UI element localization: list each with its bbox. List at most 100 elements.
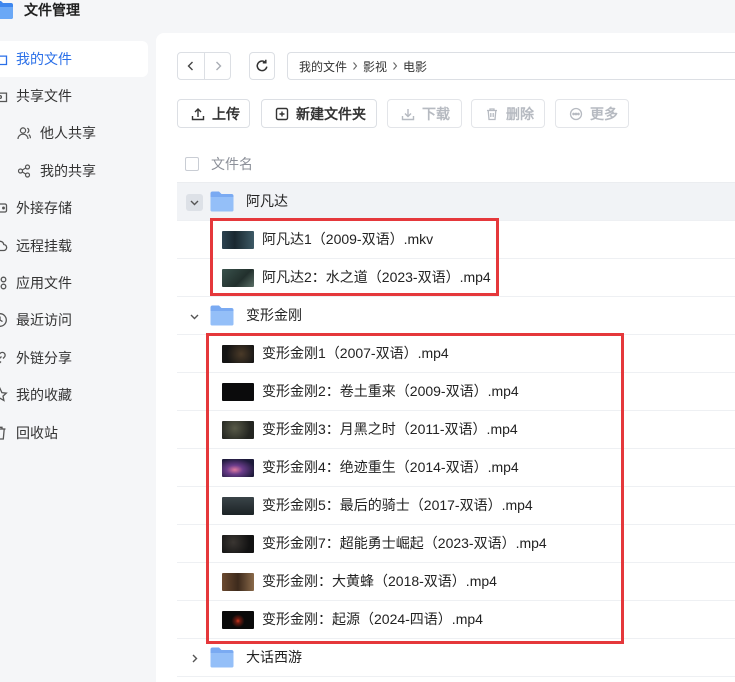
file-row[interactable]: 变形金刚2：卷土重来（2009-双语）.mp4 xyxy=(177,373,735,411)
sidebar-item-label: 应用文件 xyxy=(16,274,72,291)
video-thumbnail xyxy=(222,535,254,553)
share-nodes-icon xyxy=(17,164,31,178)
trash-icon xyxy=(0,425,8,441)
sidebar-item-label: 我的收藏 xyxy=(16,387,72,404)
chevron-down-icon[interactable] xyxy=(186,193,203,211)
folder-icon xyxy=(210,647,234,668)
sidebar-item-my-shares[interactable]: 我的共享 xyxy=(0,153,148,189)
refresh-button[interactable] xyxy=(249,52,275,80)
file-row[interactable]: 变形金刚1（2007-双语）.mp4 xyxy=(177,335,735,373)
star-icon xyxy=(0,387,8,403)
upload-button-label: 上传 xyxy=(212,105,240,122)
file-row[interactable]: 阿凡达2：水之道（2023-双语）.mp4 xyxy=(177,259,735,297)
sidebar-item-label: 外链分享 xyxy=(16,349,72,366)
sidebar-item-recycle-bin[interactable]: 回收站 xyxy=(0,415,148,451)
video-thumbnail xyxy=(222,611,254,629)
file-row[interactable]: 阿凡达1（2009-双语）.mkv xyxy=(177,221,735,259)
file-row[interactable]: 变形金刚：起源（2024-四语）.mp4 xyxy=(177,601,735,639)
sidebar-item-link-share[interactable]: 外链分享 xyxy=(0,340,148,376)
sidebar-item-external-storage[interactable]: 外接存储 xyxy=(0,190,148,226)
video-thumbnail xyxy=(222,421,254,439)
sidebar-item-app-files[interactable]: 应用文件 xyxy=(0,265,148,301)
sidebar-item-remote-mount[interactable]: 远程挂载 xyxy=(0,228,148,264)
sidebar-item-my-files[interactable]: 我的文件 xyxy=(0,41,148,77)
video-thumbnail xyxy=(222,269,254,287)
folder-icon xyxy=(210,191,234,212)
video-thumbnail xyxy=(222,497,254,515)
link-icon xyxy=(0,350,8,366)
download-button[interactable]: 下载 xyxy=(387,99,462,128)
file-row[interactable]: 变形金刚3：月黑之时（2011-双语）.mp4 xyxy=(177,411,735,449)
file-name: 变形金刚：大黄蜂（2018-双语）.mp4 xyxy=(262,573,497,589)
select-all-checkbox[interactable] xyxy=(185,157,199,171)
back-button[interactable] xyxy=(178,53,204,79)
folder-icon xyxy=(0,51,8,67)
breadcrumb-item[interactable]: 我的文件 xyxy=(299,58,347,75)
folder-icon xyxy=(0,0,14,20)
breadcrumb-item[interactable]: 影视 xyxy=(363,58,387,75)
chevron-right-icon[interactable] xyxy=(186,650,203,667)
folder-name: 变形金刚 xyxy=(246,307,302,323)
video-thumbnail xyxy=(222,345,254,363)
new-folder-button-label: 新建文件夹 xyxy=(296,105,366,122)
sidebar-item-label: 外接存储 xyxy=(16,200,72,217)
history-nav xyxy=(177,52,231,80)
chevron-left-icon xyxy=(186,60,196,72)
more-button-label: 更多 xyxy=(590,105,618,122)
sidebar-item-favorites[interactable]: 我的收藏 xyxy=(0,377,148,413)
sidebar-item-label: 远程挂载 xyxy=(16,237,72,254)
sidebar-item-shared-files[interactable]: 共享文件 xyxy=(0,78,148,114)
clock-icon xyxy=(0,312,8,328)
folder-row[interactable]: 阿凡达 xyxy=(177,183,735,221)
forward-button[interactable] xyxy=(204,53,230,79)
share-folder-icon xyxy=(0,88,8,104)
sidebar-item-recent[interactable]: 最近访问 xyxy=(0,302,148,338)
sidebar-item-label: 我的共享 xyxy=(40,162,96,179)
file-row[interactable]: 变形金刚4：绝迹重生（2014-双语）.mp4 xyxy=(177,449,735,487)
upload-button[interactable]: 上传 xyxy=(177,99,250,128)
delete-button-label: 删除 xyxy=(506,105,534,122)
breadcrumb: 我的文件 影视 电影 xyxy=(287,52,735,80)
sidebar-item-label: 回收站 xyxy=(16,424,58,441)
column-header-name[interactable]: 文件名 xyxy=(211,146,253,182)
refresh-icon xyxy=(255,59,269,73)
file-name: 变形金刚1（2007-双语）.mp4 xyxy=(262,345,449,361)
download-icon xyxy=(401,107,415,121)
video-thumbnail xyxy=(222,459,254,477)
breadcrumb-separator-icon xyxy=(391,61,399,71)
sidebar-item-shared-with-me[interactable]: 他人共享 xyxy=(0,115,148,151)
more-icon xyxy=(569,107,583,121)
app-title: 文件管理 xyxy=(24,2,80,18)
file-list-header: 文件名 xyxy=(177,146,735,183)
folder-row[interactable]: 变形金刚 xyxy=(177,297,735,335)
new-folder-icon xyxy=(275,107,289,121)
apps-icon xyxy=(0,275,8,291)
sidebar-item-label: 共享文件 xyxy=(16,87,72,104)
folder-icon xyxy=(210,305,234,326)
folder-name: 大话西游 xyxy=(246,649,302,665)
main-panel: 我的文件 影视 电影 上传 新建文件夹 下载 删除 更多 文件名 阿凡达 阿凡达… xyxy=(156,33,735,682)
breadcrumb-separator-icon xyxy=(351,61,359,71)
remote-mount-icon xyxy=(0,238,8,254)
delete-icon xyxy=(485,107,499,121)
file-row[interactable]: 变形金刚：大黄蜂（2018-双语）.mp4 xyxy=(177,563,735,601)
delete-button[interactable]: 删除 xyxy=(471,99,545,128)
file-row[interactable]: 变形金刚7：超能勇士崛起（2023-双语）.mp4 xyxy=(177,525,735,563)
video-thumbnail xyxy=(222,573,254,591)
file-name: 变形金刚2：卷土重来（2009-双语）.mp4 xyxy=(262,383,519,399)
file-row[interactable]: 变形金刚5：最后的骑士（2017-双语）.mp4 xyxy=(177,487,735,525)
folder-name: 阿凡达 xyxy=(246,193,288,209)
file-name: 变形金刚4：绝迹重生（2014-双语）.mp4 xyxy=(262,459,519,475)
folder-row[interactable]: 大话西游 xyxy=(177,639,735,677)
sidebar-item-label: 他人共享 xyxy=(40,125,96,142)
chevron-down-icon[interactable] xyxy=(186,308,203,325)
new-folder-button[interactable]: 新建文件夹 xyxy=(261,99,377,128)
file-name: 变形金刚：起源（2024-四语）.mp4 xyxy=(262,611,483,627)
more-button[interactable]: 更多 xyxy=(555,99,629,128)
breadcrumb-item[interactable]: 电影 xyxy=(403,58,427,75)
sidebar-item-label: 我的文件 xyxy=(16,51,72,67)
file-name: 变形金刚5：最后的骑士（2017-双语）.mp4 xyxy=(262,497,533,513)
person-icon xyxy=(17,126,31,140)
sidebar: 文件管理 我的文件 共享文件 他人共享 我的共享 外接存储 远程挂载 应用文件 … xyxy=(0,0,156,682)
video-thumbnail xyxy=(222,383,254,401)
